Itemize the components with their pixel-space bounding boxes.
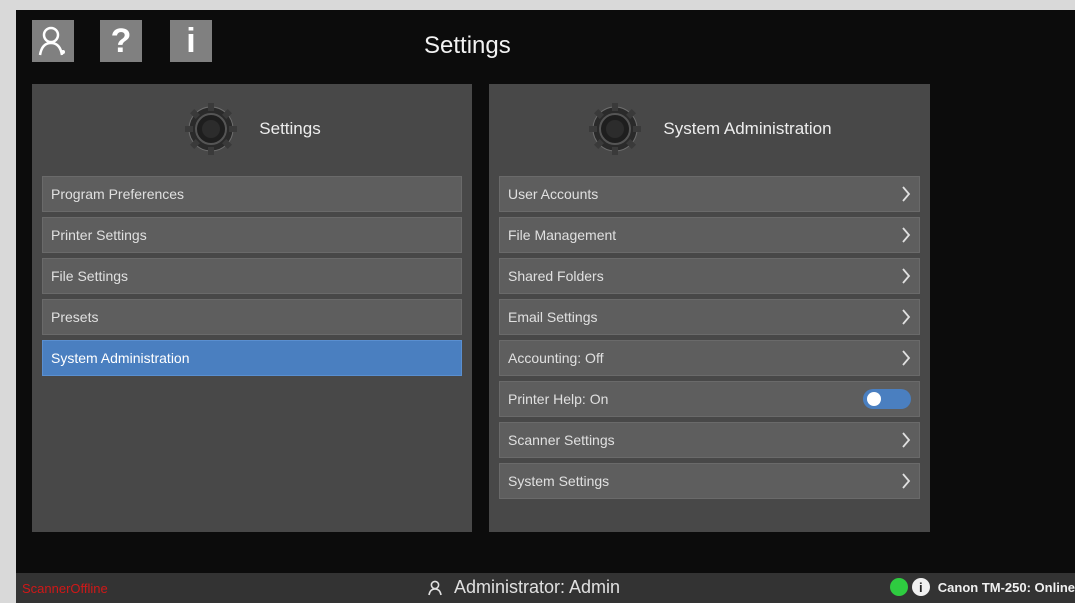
system-administration-menu: User Accounts File Management Shared Fol… xyxy=(499,176,920,504)
menu-item-label: Accounting: Off xyxy=(508,350,604,366)
menu-item-label: System Administration xyxy=(51,350,190,366)
chevron-right-icon xyxy=(902,227,911,243)
menu-item-printer-help: Printer Help: On xyxy=(499,381,920,417)
menu-item-user-accounts[interactable]: User Accounts xyxy=(499,176,920,212)
status-bar: ScannerOffline Administrator: Admin i Ca… xyxy=(16,573,1075,603)
menu-item-shared-folders[interactable]: Shared Folders xyxy=(499,258,920,294)
user-button[interactable] xyxy=(32,20,74,62)
menu-item-accounting[interactable]: Accounting: Off xyxy=(499,340,920,376)
gear-icon xyxy=(589,103,642,155)
status-dot-icon xyxy=(889,578,908,596)
chevron-right-icon xyxy=(902,186,911,202)
printer-status[interactable]: i Canon TM-250: Online xyxy=(889,578,1075,596)
chevron-right-icon xyxy=(902,350,911,366)
menu-item-label: File Settings xyxy=(51,268,129,284)
gear-icon xyxy=(185,103,238,155)
menu-item-label: Email Settings xyxy=(508,309,598,325)
system-administration-panel-header: System Administration xyxy=(489,84,930,174)
toggle-knob xyxy=(867,392,881,406)
chevron-right-icon xyxy=(902,268,911,284)
user-status: Administrator: Admin xyxy=(428,577,620,598)
menu-item-label: File Management xyxy=(508,227,617,243)
menu-item-label: Scanner Settings xyxy=(508,432,615,448)
menu-item-label: Printer Help: On xyxy=(508,391,609,407)
info-icon: i xyxy=(911,578,930,596)
menu-item-label: System Settings xyxy=(508,473,610,489)
page-title: Settings xyxy=(424,32,511,59)
printer-help-toggle[interactable] xyxy=(863,389,911,409)
menu-item-label: Program Preferences xyxy=(51,186,185,202)
system-administration-panel-title: System Administration xyxy=(663,119,832,138)
menu-item-presets[interactable]: Presets xyxy=(42,299,462,335)
menu-item-email-settings[interactable]: Email Settings xyxy=(499,299,920,335)
settings-panel: Settings Program Preferences Printer Set… xyxy=(32,84,472,532)
settings-panel-header: Settings xyxy=(32,84,472,174)
menu-item-file-management[interactable]: File Management xyxy=(499,217,920,253)
user-status-label: Administrator: Admin xyxy=(454,577,621,597)
menu-item-system-administration[interactable]: System Administration xyxy=(42,340,462,376)
menu-item-file-settings[interactable]: File Settings xyxy=(42,258,462,294)
user-icon xyxy=(38,26,65,56)
scanner-status: ScannerOffline xyxy=(22,581,108,596)
menu-item-label: Shared Folders xyxy=(508,268,604,284)
settings-panel-title: Settings xyxy=(259,119,321,138)
app-screen: ? i Settings Settings Program Preference… xyxy=(16,10,1075,603)
menu-item-program-preferences[interactable]: Program Preferences xyxy=(42,176,462,212)
chevron-right-icon xyxy=(902,309,911,325)
help-button[interactable]: ? xyxy=(100,20,142,62)
printer-status-label: Canon TM-250: Online xyxy=(937,579,1075,595)
chevron-right-icon xyxy=(902,473,911,489)
info-button[interactable]: i xyxy=(170,20,212,62)
menu-item-label: Printer Settings xyxy=(51,227,147,243)
chevron-right-icon xyxy=(902,432,911,448)
menu-item-label: User Accounts xyxy=(508,186,599,202)
user-icon xyxy=(428,580,442,595)
menu-item-label: Presets xyxy=(51,309,99,325)
menu-item-system-settings[interactable]: System Settings xyxy=(499,463,920,499)
menu-item-scanner-settings[interactable]: Scanner Settings xyxy=(499,422,920,458)
settings-menu: Program Preferences Printer Settings Fil… xyxy=(42,176,462,381)
menu-item-printer-settings[interactable]: Printer Settings xyxy=(42,217,462,253)
system-administration-panel: System Administration User Accounts File… xyxy=(489,84,930,532)
